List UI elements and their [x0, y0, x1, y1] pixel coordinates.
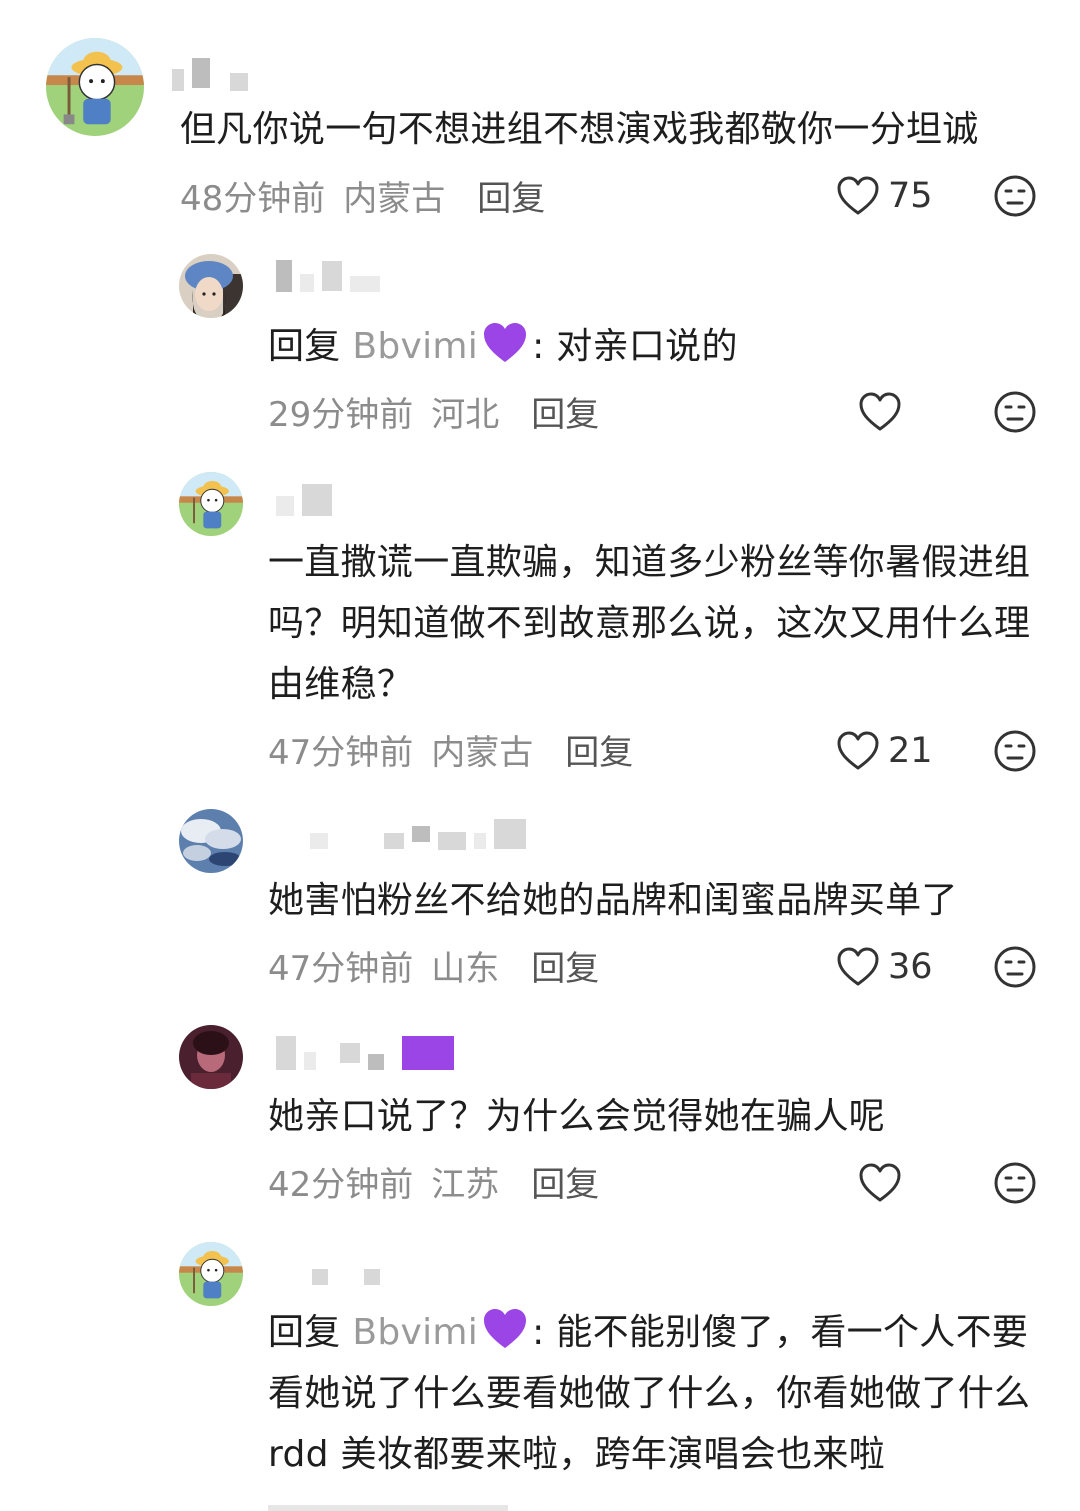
comment-meta: 29分钟前 河北 回复	[268, 386, 599, 436]
blurred-username[interactable]	[276, 258, 380, 294]
blurred-username[interactable]	[276, 482, 332, 518]
user-avatar[interactable]	[179, 1242, 243, 1306]
heart-outline-icon	[859, 1163, 901, 1202]
reply-prefix: 回复	[268, 1312, 341, 1353]
reply-button[interactable]: 回复	[565, 725, 633, 774]
comment-time: 29分钟前	[268, 394, 414, 435]
comment-location: 河北	[431, 394, 500, 435]
blurred-username[interactable]	[172, 55, 248, 91]
comment-text: 回复 Bbvimi: 能不能别傻了，看一个人不要看她说了什么要看她做了什么，你看…	[268, 1302, 1048, 1485]
reply-button[interactable]: 回复	[531, 387, 599, 436]
like-button[interactable]: 21	[836, 726, 933, 776]
user-avatar[interactable]	[46, 38, 144, 136]
avatar-cloud-sky-icon	[179, 809, 243, 873]
comment-text: 但凡你说一句不想进组不想演戏我都敬你一分坦诚	[180, 109, 979, 150]
reply-body: : 对亲口说的	[532, 326, 738, 367]
comment-location: 内蒙古	[431, 732, 534, 773]
like-button[interactable]: 36	[836, 942, 933, 992]
avatar-cartoon-bear-icon	[179, 472, 243, 536]
like-count: 75	[888, 176, 933, 216]
cropped-meta-row	[268, 1496, 1048, 1511]
reply-button[interactable]: 回复	[531, 941, 599, 990]
like-button[interactable]: 75	[836, 171, 933, 221]
mention-username[interactable]: Bbvimi	[352, 1312, 478, 1353]
avatar-cartoon-bear-icon	[179, 1242, 243, 1306]
comment-meta: 47分钟前 内蒙古 回复	[268, 724, 633, 774]
user-avatar[interactable]	[179, 472, 243, 536]
reply-prefix: 回复	[268, 326, 341, 367]
comment-location: 江苏	[431, 1164, 500, 1205]
like-count: 21	[888, 731, 933, 771]
like-button[interactable]	[858, 387, 902, 437]
user-avatar[interactable]	[179, 1025, 243, 1089]
dislike-button[interactable]	[993, 174, 1037, 218]
comment-location: 山东	[431, 948, 500, 989]
comment-text: 回复 Bbvimi : 对亲口说的	[268, 316, 1048, 377]
user-avatar[interactable]	[179, 809, 243, 873]
dislike-button[interactable]	[993, 945, 1037, 989]
blurred-username[interactable]	[310, 816, 526, 852]
comment-meta: 48分钟前 内蒙古 回复	[180, 170, 545, 220]
dislike-button[interactable]	[993, 390, 1037, 434]
heart-outline-icon	[859, 392, 901, 431]
comment-text: 她害怕粉丝不给她的品牌和闺蜜品牌买单了	[268, 880, 958, 921]
comment-time: 42分钟前	[268, 1164, 414, 1205]
dislike-button[interactable]	[993, 1161, 1037, 1205]
avatar-dark-portrait-icon	[179, 1025, 243, 1089]
reply-button[interactable]: 回复	[531, 1157, 599, 1206]
comment-time: 48分钟前	[180, 178, 326, 219]
avatar-photo-girl-icon	[179, 254, 243, 318]
comment-meta: 47分钟前 山东 回复	[268, 940, 599, 990]
comment-location: 内蒙古	[343, 178, 446, 219]
heart-outline-icon	[837, 731, 879, 770]
neutral-face-icon	[994, 730, 1036, 772]
neutral-face-icon	[994, 175, 1036, 217]
heart-outline-icon	[837, 947, 879, 986]
like-button[interactable]	[858, 1158, 902, 1208]
neutral-face-icon	[994, 946, 1036, 988]
like-count: 36	[888, 947, 933, 987]
comment-text: 一直撒谎一直欺骗，知道多少粉丝等你暑假进组吗？明知道做不到故意那么说，这次又用什…	[268, 542, 1031, 705]
user-avatar[interactable]	[179, 254, 243, 318]
avatar-cartoon-bear-icon	[46, 38, 144, 136]
comment-text: 她亲口说了？为什么会觉得她在骗人呢	[268, 1096, 886, 1137]
comment-meta: 42分钟前 江苏 回复	[268, 1156, 599, 1206]
mention-username[interactable]: Bbvimi	[352, 326, 478, 367]
purple-heart-emoji-icon	[484, 323, 527, 362]
blurred-username[interactable]	[312, 1252, 380, 1288]
neutral-face-icon	[994, 391, 1036, 433]
comment-time: 47分钟前	[268, 732, 414, 773]
neutral-face-icon	[994, 1162, 1036, 1204]
blurred-username[interactable]	[276, 1035, 454, 1071]
reply-button[interactable]: 回复	[477, 171, 545, 220]
purple-heart-emoji-icon	[484, 1309, 527, 1348]
dislike-button[interactable]	[993, 729, 1037, 773]
comment-time: 47分钟前	[268, 948, 414, 989]
heart-outline-icon	[837, 176, 879, 215]
